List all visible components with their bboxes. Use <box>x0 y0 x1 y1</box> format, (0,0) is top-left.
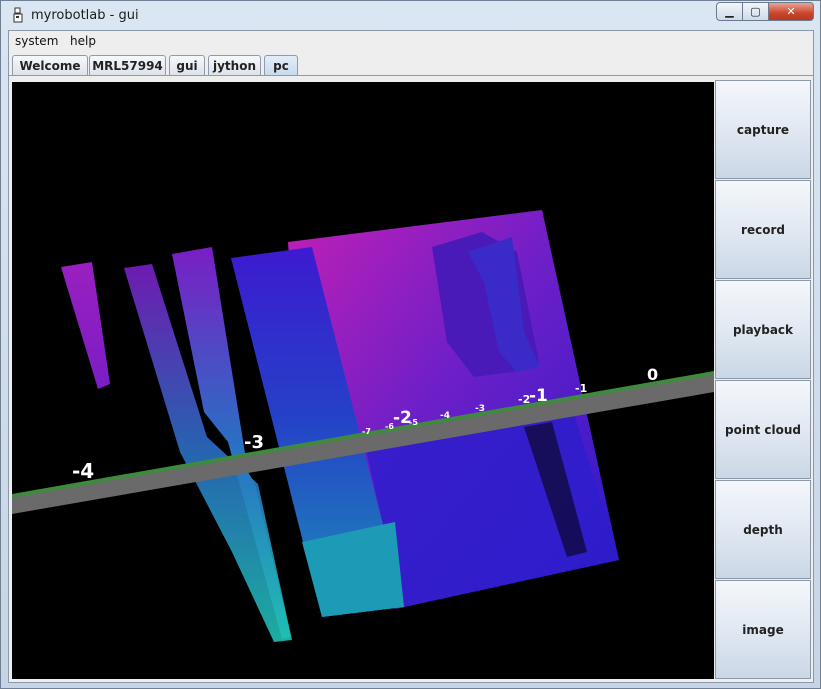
tab-jython[interactable]: jython <box>208 55 261 75</box>
close-icon: ✕ <box>786 5 796 18</box>
point-cloud-surfaces <box>61 210 619 642</box>
cloud-far-left <box>61 262 110 389</box>
menu-system[interactable]: system <box>15 34 58 48</box>
maximize-icon: ▢ <box>750 5 761 18</box>
axis-label-minus4-small: -4 <box>440 411 450 421</box>
tab-mrl57994[interactable]: MRL57994 <box>89 55 166 75</box>
axis-label-minus1-small: -1 <box>575 382 587 395</box>
app-window: myrobotlab - gui ▁ ▢ ✕ system help Welco… <box>0 0 821 689</box>
depth-button[interactable]: depth <box>715 480 811 579</box>
axis-label-minus7: -7 <box>362 427 371 436</box>
robot-app-icon <box>13 7 23 23</box>
axis-label-zero: 0 <box>647 365 658 384</box>
control-panel: capture record playback point cloud dept… <box>715 80 811 680</box>
axis-label-minus4: -4 <box>72 459 94 483</box>
axis-label-minus6: -6 <box>385 422 394 431</box>
title-bar[interactable]: myrobotlab - gui ▁ ▢ ✕ <box>1 1 820 29</box>
menu-help[interactable]: help <box>70 34 96 48</box>
record-button[interactable]: record <box>715 180 811 279</box>
axis-label-minus1: -1 <box>529 386 548 406</box>
window-title: myrobotlab - gui <box>31 8 139 23</box>
point-cloud-view[interactable]: -4 -3 -2 -1 0 -2 -1 -7 -6 -5 -4 -3 <box>12 82 714 679</box>
client-area: system help Welcome MRL57994 gui jython … <box>8 30 814 683</box>
tab-welcome[interactable]: Welcome <box>12 55 88 75</box>
axis-label-minus2-small: -2 <box>518 393 530 406</box>
image-button[interactable]: image <box>715 580 811 679</box>
axis-label-minus3: -3 <box>244 432 264 453</box>
point-cloud-button[interactable]: point cloud <box>715 380 811 479</box>
minimize-icon: ▁ <box>725 5 734 18</box>
menu-bar: system help <box>9 31 813 53</box>
playback-button[interactable]: playback <box>715 280 811 379</box>
axis-label-minus3-small: -3 <box>475 404 485 414</box>
tab-gui[interactable]: gui <box>169 55 205 75</box>
point-cloud-canvas[interactable]: -4 -3 -2 -1 0 -2 -1 -7 -6 -5 -4 -3 <box>12 82 714 679</box>
maximize-button[interactable]: ▢ <box>743 2 769 21</box>
close-button[interactable]: ✕ <box>769 2 814 21</box>
tab-pc[interactable]: pc <box>264 55 298 75</box>
minimize-button[interactable]: ▁ <box>716 2 743 21</box>
tab-divider <box>9 75 813 76</box>
axis-label-minus5: -5 <box>409 418 418 427</box>
capture-button[interactable]: capture <box>715 80 811 179</box>
